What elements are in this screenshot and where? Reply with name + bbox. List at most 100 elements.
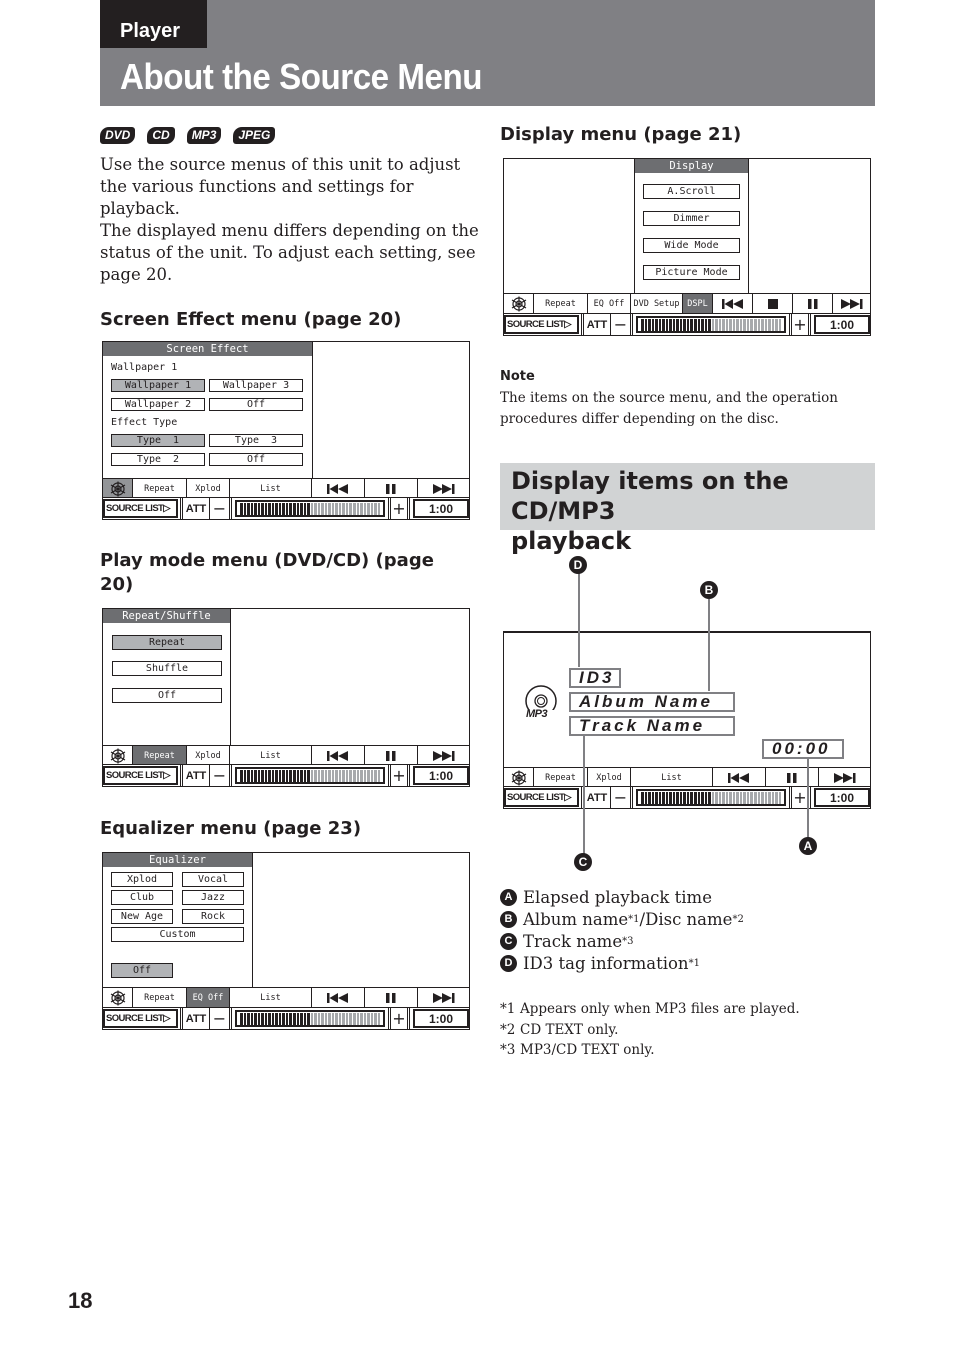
volume-down-button[interactable]: − xyxy=(611,314,633,335)
repeat-button[interactable]: Repeat xyxy=(534,768,588,788)
settings-button[interactable] xyxy=(504,768,534,788)
pause-button[interactable] xyxy=(365,988,418,1008)
source-list-button[interactable]: SOURCE LIST▷ xyxy=(103,1009,178,1028)
previous-button[interactable] xyxy=(312,988,365,1008)
volume-down-button[interactable]: − xyxy=(210,1008,232,1029)
wallpaper-3-button[interactable]: Wallpaper 3 xyxy=(209,379,303,392)
jazz-eq-button[interactable]: Jazz xyxy=(182,890,244,905)
list-button[interactable]: List xyxy=(631,768,713,788)
xplod-button[interactable]: Xplod xyxy=(187,746,230,766)
club-eq-button[interactable]: Club xyxy=(111,890,173,905)
next-button[interactable] xyxy=(833,294,870,314)
source-list-button[interactable]: SOURCE LIST▷ xyxy=(103,499,178,518)
volume-up-button[interactable]: + xyxy=(388,498,410,519)
pause-button[interactable] xyxy=(365,746,418,766)
att-button[interactable]: ATT xyxy=(581,787,611,808)
repeat-option-button[interactable]: Repeat xyxy=(112,635,222,650)
volume-bar[interactable] xyxy=(235,500,385,517)
dimmer-button[interactable]: Dimmer xyxy=(643,211,740,226)
next-button[interactable] xyxy=(418,479,469,499)
callout-line-d xyxy=(578,573,580,667)
previous-button[interactable] xyxy=(312,746,365,766)
eq-off-button[interactable]: EQ Off xyxy=(187,988,230,1008)
volume-segment xyxy=(374,1012,377,1025)
volume-segment xyxy=(676,791,679,804)
next-button[interactable] xyxy=(418,746,469,766)
volume-up-button[interactable]: + xyxy=(388,765,410,786)
eq-off-button[interactable]: EQ Off xyxy=(588,294,631,314)
settings-button[interactable] xyxy=(103,479,133,499)
xplod-button[interactable]: Xplod xyxy=(187,479,230,499)
dvd-setup-button[interactable]: DVD Setup xyxy=(631,294,683,314)
wallpaper-2-button[interactable]: Wallpaper 2 xyxy=(111,398,205,411)
settings-button[interactable] xyxy=(504,294,534,314)
volume-bar[interactable] xyxy=(235,1010,385,1027)
off-option-button[interactable]: Off xyxy=(112,688,222,703)
picture-mode-button[interactable]: Picture Mode xyxy=(643,265,740,280)
att-button[interactable]: ATT xyxy=(180,498,210,519)
volume-bar[interactable] xyxy=(235,767,385,784)
wallpaper-off-button[interactable]: Off xyxy=(209,398,303,411)
att-button[interactable]: ATT xyxy=(180,1008,210,1029)
settings-button[interactable] xyxy=(103,988,133,1008)
pause-button[interactable] xyxy=(365,479,418,499)
volume-down-button[interactable]: − xyxy=(210,498,232,519)
wallpaper-1-button[interactable]: Wallpaper 1 xyxy=(111,379,205,392)
volume-up-button[interactable]: + xyxy=(388,1008,410,1029)
custom-eq-button[interactable]: Custom xyxy=(111,927,244,942)
dspl-button[interactable]: DSPL xyxy=(683,294,713,314)
xplod-eq-button[interactable]: Xplod xyxy=(111,872,173,887)
repeat-shuffle-menu: Repeat/Shuffle Repeat Shuffle Off xyxy=(103,609,231,746)
volume-segment xyxy=(757,791,761,804)
volume-segment xyxy=(356,1012,360,1025)
pause-button[interactable] xyxy=(793,294,833,314)
list-button[interactable]: List xyxy=(230,479,312,499)
volume-segment xyxy=(370,502,374,515)
volume-segment xyxy=(683,318,686,331)
clock-display: 1:00 xyxy=(814,788,870,807)
att-button[interactable]: ATT xyxy=(180,765,210,786)
source-list-button[interactable]: SOURCE LIST▷ xyxy=(504,315,579,334)
eq-off-option-button[interactable]: Off xyxy=(111,963,173,978)
pause-button[interactable] xyxy=(766,768,819,788)
legend-key: B xyxy=(500,911,517,928)
xplod-button[interactable]: Xplod xyxy=(588,768,631,788)
repeat-button[interactable]: Repeat xyxy=(133,746,187,766)
att-button[interactable]: ATT xyxy=(581,314,611,335)
volume-down-button[interactable]: − xyxy=(611,787,633,808)
settings-button[interactable] xyxy=(103,746,133,766)
next-button[interactable] xyxy=(819,768,870,788)
volume-segment xyxy=(363,769,367,782)
next-button[interactable] xyxy=(418,988,469,1008)
type-1-button[interactable]: Type 1 xyxy=(111,434,205,447)
a-scroll-button[interactable]: A.Scroll xyxy=(643,184,740,199)
type-2-button[interactable]: Type 2 xyxy=(111,453,205,466)
vocal-eq-button[interactable]: Vocal xyxy=(182,872,244,887)
volume-down-button[interactable]: − xyxy=(210,765,232,786)
previous-button[interactable] xyxy=(312,479,365,499)
volume-up-button[interactable]: + xyxy=(789,314,811,335)
source-list-button[interactable]: SOURCE LIST▷ xyxy=(103,766,178,785)
volume-bar[interactable] xyxy=(636,789,786,806)
list-button[interactable]: List xyxy=(230,746,312,766)
previous-button[interactable] xyxy=(713,294,753,314)
repeat-button[interactable]: Repeat xyxy=(133,479,187,499)
stop-button[interactable] xyxy=(753,294,793,314)
repeat-button[interactable]: Repeat xyxy=(534,294,588,314)
source-list-button[interactable]: SOURCE LIST▷ xyxy=(504,788,579,807)
new-age-eq-button[interactable]: New Age xyxy=(111,909,173,924)
shuffle-option-button[interactable]: Shuffle xyxy=(112,661,222,676)
volume-segment xyxy=(328,769,331,782)
type-3-button[interactable]: Type 3 xyxy=(209,434,303,447)
volume-segment xyxy=(676,318,679,331)
volume-segment xyxy=(250,1012,254,1025)
wide-mode-button[interactable]: Wide Mode xyxy=(643,238,740,253)
volume-bar[interactable] xyxy=(636,316,786,333)
repeat-button[interactable]: Repeat xyxy=(133,988,187,1008)
effect-off-button[interactable]: Off xyxy=(209,453,303,466)
list-button[interactable]: List xyxy=(230,988,312,1008)
volume-segment xyxy=(282,502,285,515)
previous-button[interactable] xyxy=(713,768,766,788)
rock-eq-button[interactable]: Rock xyxy=(182,909,244,924)
volume-segment xyxy=(771,791,775,804)
